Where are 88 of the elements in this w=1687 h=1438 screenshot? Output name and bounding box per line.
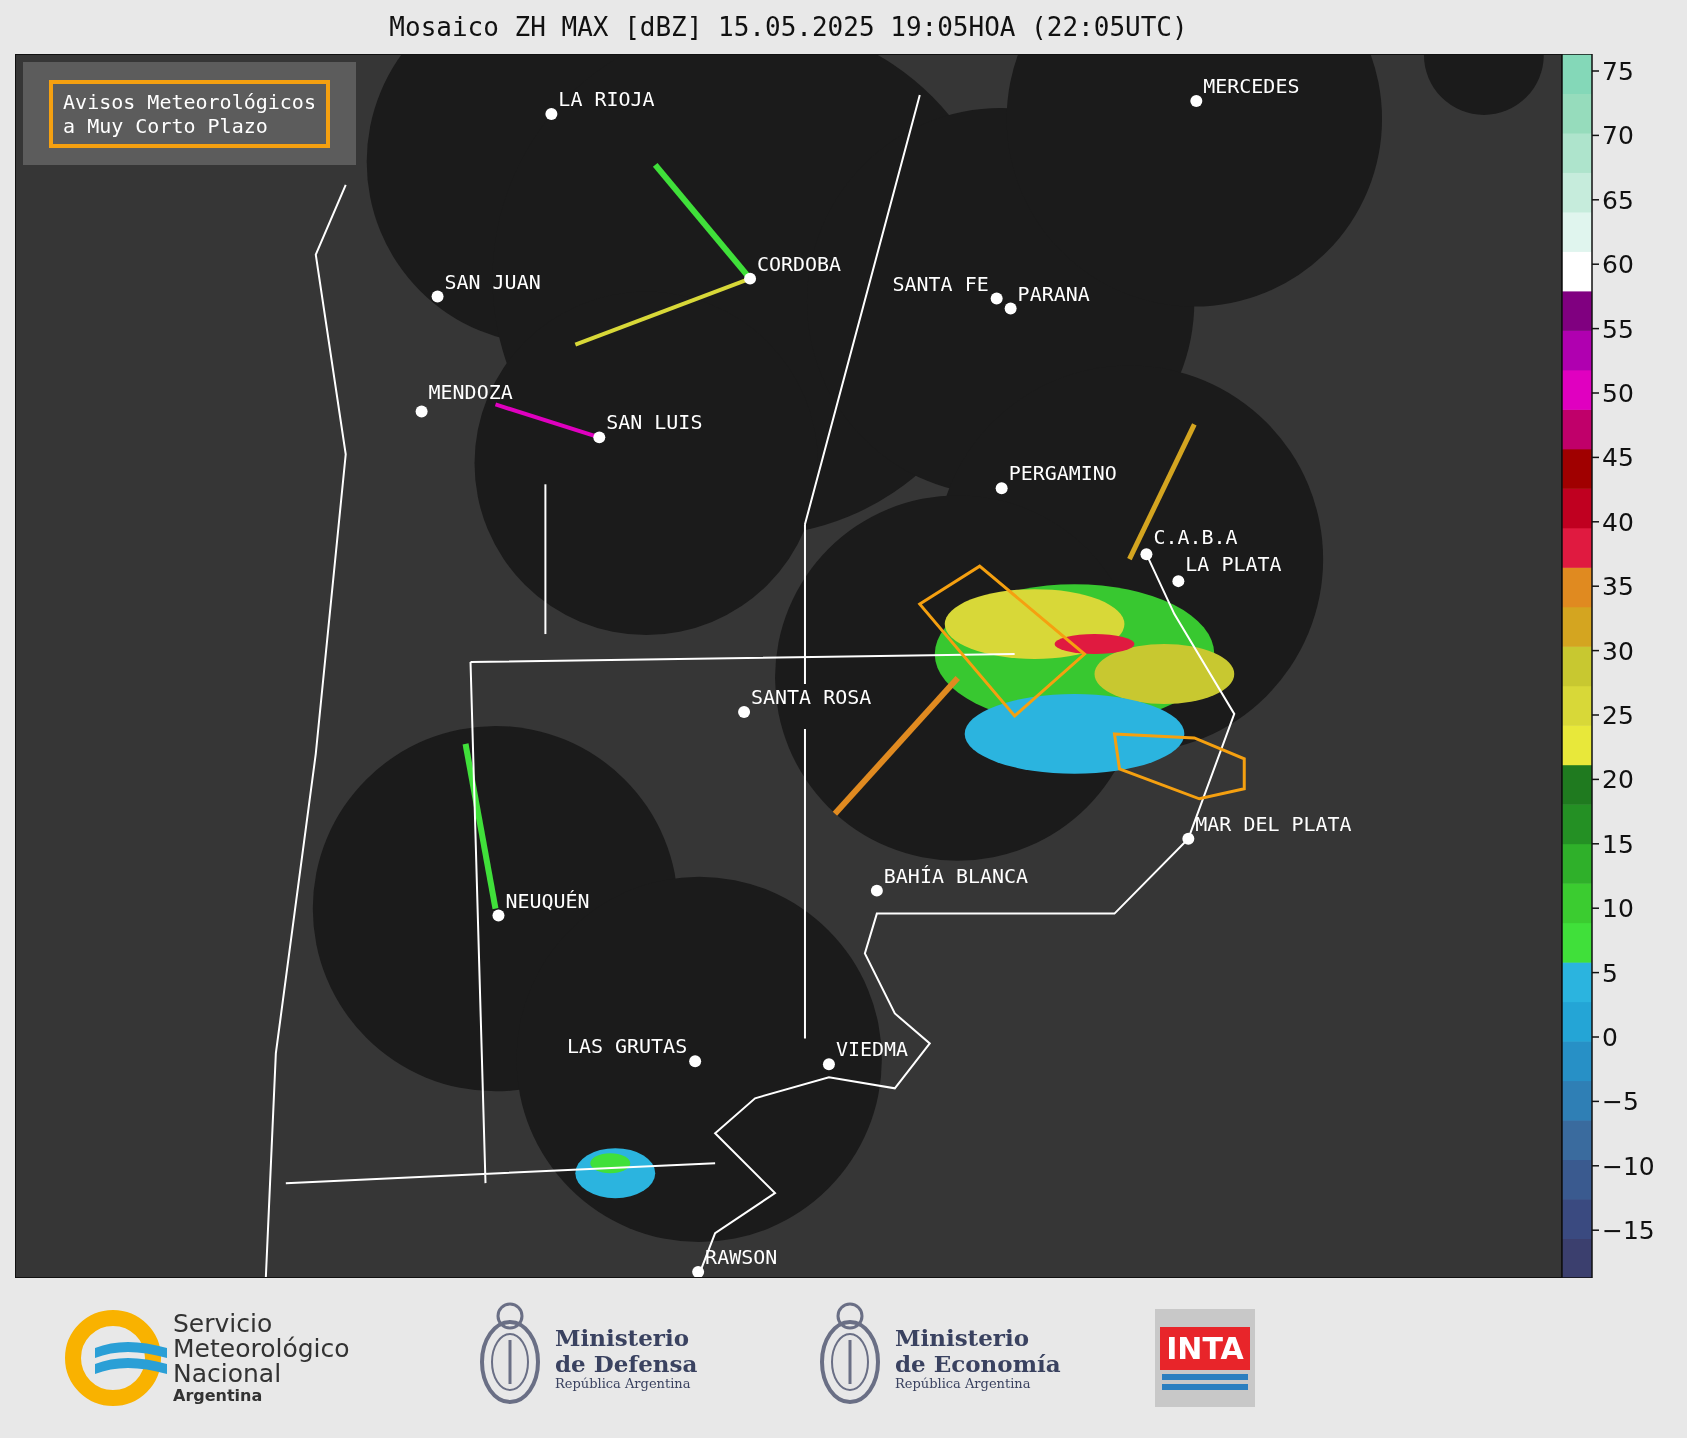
city-marker [822,1058,835,1071]
logo-text: INTA [1160,1326,1250,1370]
logo-text: Ministerio [555,1325,691,1351]
tick-mark [1591,199,1600,201]
chart-title: Mosaico ZH MAX [dBZ] 15.05.2025 19:05HOA (22:05UTC) [388,11,1189,44]
tick-label: 20 [1602,765,1634,795]
tick-label: 45 [1602,443,1634,473]
tick-label: 70 [1602,121,1634,151]
tick-mark [1591,392,1600,394]
tick-mark [1591,134,1600,137]
tick-mark [1591,1165,1600,1167]
city-label: PARANA [1017,281,1090,306]
warning-legend: Avisos Meteorológicos a Muy Corto Plazo [49,79,330,148]
tick-label: 65 [1602,185,1634,215]
tick-label: 10 [1602,894,1634,924]
logo-text: Nacional [173,1361,282,1386]
city-marker [1182,832,1195,845]
tick-mark [1591,778,1600,781]
tick-mark [1591,70,1600,72]
city-label: SAN JUAN [444,269,541,294]
tick-label: −15 [1602,1216,1655,1246]
tick-mark [1591,714,1600,716]
tick-label: −10 [1602,1151,1655,1181]
tick-label: 15 [1602,829,1634,859]
logo-text: Ministerio [895,1325,1031,1351]
tick-label: 40 [1602,507,1634,537]
city-label: VIEDMA [835,1037,908,1062]
tick-mark [1591,327,1600,330]
city-label: NEUQUÉN [505,888,590,913]
logo-text: Meteorológico [173,1336,350,1361]
city-marker [1140,548,1153,561]
smn-logo-icon [65,1310,169,1406]
city-label: LAS GRUTAS [567,1034,688,1059]
tick-mark [1591,843,1600,845]
city-label: MERCEDES [1203,73,1300,98]
city-label: PERGAMINO [1008,461,1117,486]
city-marker [870,884,883,897]
city-marker [1172,575,1185,588]
tick-mark [1591,1100,1600,1103]
tick-mark [1591,1229,1600,1231]
city-marker [431,290,444,303]
tick-mark [1591,521,1600,523]
city-label: RAWSON [705,1245,778,1269]
city-marker [692,1266,705,1277]
city-label: SANTA FE [892,271,989,296]
tick-mark [1591,456,1600,459]
tick-label: 50 [1602,379,1634,408]
logo-subtitle: Argentina [173,1386,264,1405]
tick-label: 30 [1602,636,1634,666]
city-marker [593,431,606,444]
logo-subtitle: República Argentina [555,1375,692,1391]
city-marker [492,909,505,922]
tick-label: 25 [1602,701,1634,730]
tick-label: 5 [1602,958,1618,988]
city-label: LA RIOJA [558,86,655,111]
city-label: MAR DEL PLATA [1195,811,1352,836]
logo-text: de Defensa [555,1350,698,1376]
city-label: C.A.B.A [1153,525,1238,550]
tick-label: 75 [1602,57,1634,86]
city-marker [995,482,1008,495]
city-marker [415,405,428,418]
city-label: LA PLATA [1185,552,1282,577]
tick-mark [1591,971,1600,974]
city-marker [990,292,1003,305]
city-label: CORDOBA [757,251,842,276]
logo-text: de Economía [895,1350,1061,1376]
tick-mark [1591,585,1600,587]
logo-text: Servicio [173,1311,273,1336]
city-label: BAHÍA BLANCA [883,863,1028,888]
logo-subtitle: República Argentina [895,1375,1032,1391]
tick-label: 55 [1602,314,1634,344]
tick-label: 60 [1602,250,1634,280]
city-marker [689,1055,702,1068]
city-label: SAN LUIS [606,410,703,435]
city-label: SANTA ROSA [751,684,872,709]
tick-mark [1591,649,1600,652]
tick-label: −5 [1602,1087,1639,1117]
city-marker [738,705,751,718]
city-label: MENDOZA [428,380,513,405]
tick-mark [1591,907,1600,909]
tick-label: 0 [1602,1023,1618,1052]
tick-mark [1591,263,1600,265]
tick-label: 35 [1602,572,1634,602]
tick-mark [1591,1036,1600,1038]
city-marker [744,272,757,285]
city-marker [545,107,558,120]
city-marker [1190,94,1203,107]
city-marker [1004,302,1017,315]
